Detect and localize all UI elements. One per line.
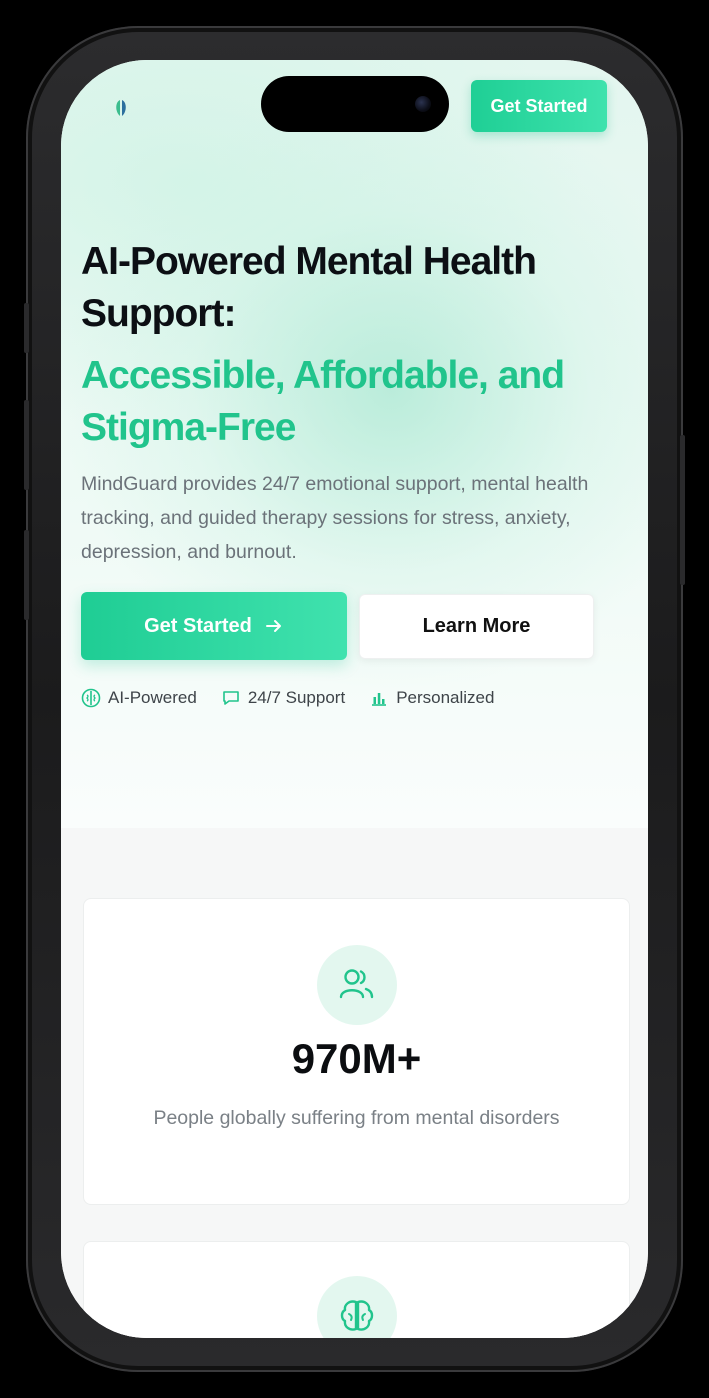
header-get-started-button[interactable]: Get Started — [471, 80, 607, 132]
hero-subtitle: Accessible, Affordable, and Stigma-Free — [81, 354, 565, 449]
action-button — [24, 303, 29, 353]
get-started-button[interactable]: Get Started — [81, 592, 347, 660]
camera-lens — [415, 96, 431, 112]
stat-label: People globally suffering from mental di… — [153, 1107, 560, 1129]
dynamic-island — [261, 76, 449, 132]
users-icon — [339, 969, 374, 999]
volume-down-button — [24, 530, 29, 620]
stat-card: 970M+ People globally suffering from men… — [83, 898, 630, 1205]
brain-icon — [81, 688, 101, 708]
stat-value: 970M+ — [291, 1035, 422, 1082]
feature-personalized: Personalized — [369, 688, 494, 708]
bar-chart-icon — [372, 693, 387, 706]
brain-icon — [340, 1300, 374, 1331]
feature-support: 24/7 Support — [221, 688, 345, 708]
feature-label: 24/7 Support — [247, 688, 346, 707]
feature-ai-powered: AI-Powered — [81, 688, 197, 708]
stat-icon-badge — [317, 945, 397, 1025]
brain-leaf-logo[interactable] — [109, 96, 133, 120]
hero-title: AI-Powered Mental Health Support: — [81, 240, 537, 335]
stat-card — [83, 1241, 630, 1338]
feature-label: AI-Powered — [108, 688, 197, 707]
arrow-right-icon — [265, 620, 281, 632]
phone-screen: Get Started AI-Powered Mental Health Sup… — [61, 60, 648, 1338]
power-button — [680, 435, 685, 585]
hero-description: MindGuard provides 24/7 emotional suppor… — [81, 473, 589, 563]
volume-up-button — [24, 400, 29, 490]
feature-label: Personalized — [396, 688, 495, 707]
feature-badges: AI-Powered 24/7 Support Personalized — [81, 686, 518, 710]
get-started-label: Get Started — [144, 614, 252, 637]
learn-more-button[interactable]: Learn More — [359, 594, 594, 659]
stat-icon-badge — [317, 1276, 397, 1338]
chat-bubble-icon — [223, 691, 239, 705]
